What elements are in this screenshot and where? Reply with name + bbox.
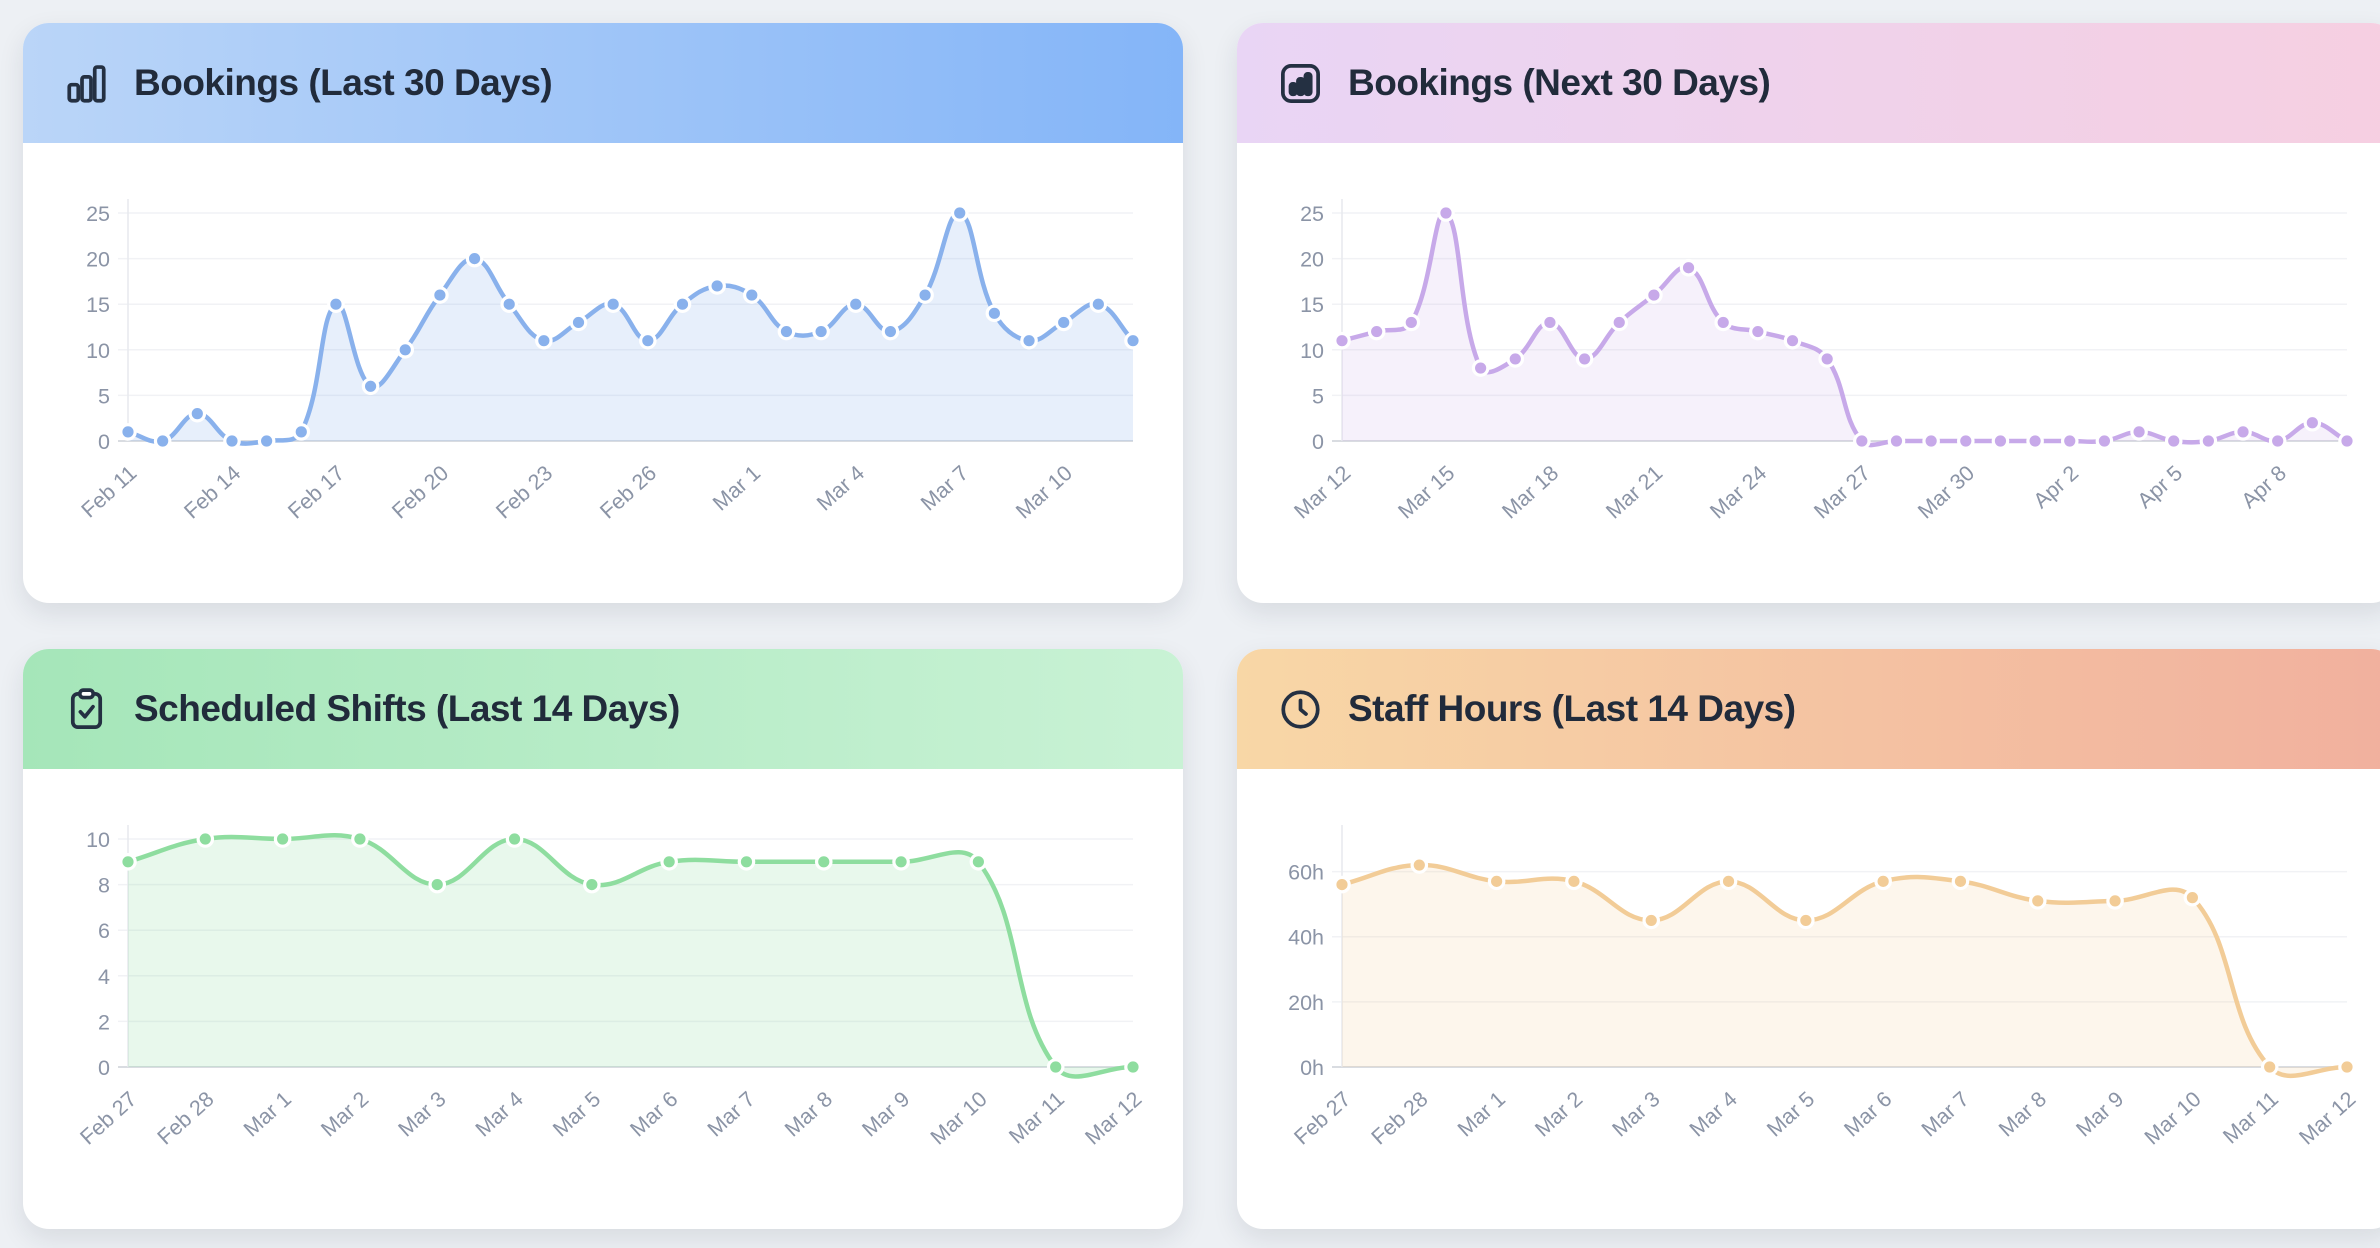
- svg-text:Mar 27: Mar 27: [1809, 461, 1875, 524]
- staff-hours-card: Staff Hours (Last 14 Days) 0h 20h 40h 60h Fe…: [1237, 649, 2380, 1229]
- svg-text:Feb 23: Feb 23: [491, 461, 557, 524]
- bookings-last-30-card: Bookings (Last 30 Days) 0 5 10 15 20 25 Feb 11…: [23, 23, 1183, 603]
- svg-text:Mar 5: Mar 5: [1762, 1087, 1819, 1142]
- svg-text:15: 15: [86, 293, 110, 317]
- svg-text:Mar 10: Mar 10: [2140, 1087, 2206, 1150]
- bookings-next-30-card: Bookings (Next 30 Days) 0 5 10 15 20 25 Mar 12…: [1237, 23, 2380, 603]
- svg-text:Mar 12: Mar 12: [2295, 1087, 2361, 1150]
- svg-text:Mar 30: Mar 30: [1913, 461, 1979, 524]
- svg-text:60h: 60h: [1288, 861, 1324, 885]
- svg-text:Apr 2: Apr 2: [2029, 461, 2083, 513]
- svg-text:Mar 6: Mar 6: [626, 1087, 683, 1142]
- svg-text:Feb 28: Feb 28: [1367, 1087, 1433, 1150]
- svg-text:Mar 8: Mar 8: [1994, 1087, 2051, 1142]
- svg-text:40h: 40h: [1288, 926, 1324, 950]
- svg-text:5: 5: [98, 384, 110, 408]
- svg-text:Mar 11: Mar 11: [1004, 1087, 1069, 1149]
- svg-text:Mar 7: Mar 7: [1917, 1087, 1974, 1142]
- scheduled-shifts-chart[interactable]: 0 2 4 6 8 10 Feb 27Feb 28 Mar 1 Mar 2 Mar 3 Mar 4 M…: [23, 781, 1183, 1248]
- svg-text:Mar 8: Mar 8: [780, 1087, 837, 1142]
- scheduled-shifts-header: Scheduled Shifts (Last 14 Days): [23, 649, 1183, 769]
- line-chart-svg: 0 2 4 6 8 10 Feb 27Feb 28 Mar 1 Mar 2 Mar 3 Mar 4 M…: [23, 781, 1183, 1243]
- svg-text:Mar 1: Mar 1: [239, 1087, 296, 1142]
- svg-text:2: 2: [98, 1010, 110, 1034]
- card-title: Scheduled Shifts (Last 14 Days): [134, 688, 680, 730]
- svg-text:Feb 27: Feb 27: [1290, 1087, 1356, 1150]
- svg-text:Feb 20: Feb 20: [387, 461, 453, 524]
- svg-text:25: 25: [1300, 202, 1324, 226]
- staff-hours-chart[interactable]: 0h 20h 40h 60h Feb 27Feb 28 Mar 1 Mar 2 Mar 3 Ma…: [1237, 781, 2380, 1248]
- svg-text:Mar 7: Mar 7: [703, 1087, 760, 1142]
- svg-text:0h: 0h: [1300, 1056, 1324, 1080]
- svg-text:Feb 28: Feb 28: [153, 1087, 219, 1150]
- card-title: Bookings (Next 30 Days): [1348, 62, 1770, 104]
- svg-text:20: 20: [86, 248, 110, 272]
- svg-text:Feb 26: Feb 26: [595, 461, 661, 524]
- clock-icon: [1277, 686, 1324, 733]
- svg-text:Mar 9: Mar 9: [2072, 1087, 2129, 1142]
- card-title: Bookings (Last 30 Days): [134, 62, 552, 104]
- svg-text:Mar 3: Mar 3: [1608, 1087, 1665, 1142]
- svg-text:Mar 7: Mar 7: [916, 461, 973, 516]
- svg-text:20h: 20h: [1288, 991, 1324, 1015]
- svg-text:Apr 5: Apr 5: [2133, 461, 2187, 513]
- svg-text:Feb 11: Feb 11: [77, 461, 142, 523]
- staff-hours-header: Staff Hours (Last 14 Days): [1237, 649, 2380, 769]
- line-chart-svg: 0 5 10 15 20 25 Feb 11 Feb 14 Feb 17 Feb 20 Feb 23…: [23, 155, 1183, 617]
- svg-text:25: 25: [86, 202, 110, 226]
- line-chart-svg: 0h 20h 40h 60h Feb 27Feb 28 Mar 1 Mar 2 Mar 3 Ma…: [1237, 781, 2380, 1243]
- svg-text:Mar 24: Mar 24: [1705, 461, 1771, 524]
- svg-text:0: 0: [98, 430, 110, 454]
- svg-text:Mar 1: Mar 1: [708, 461, 765, 516]
- svg-text:10: 10: [86, 339, 110, 363]
- bar-chart-square-icon: [1277, 60, 1324, 107]
- bookings-next-30-header: Bookings (Next 30 Days): [1237, 23, 2380, 143]
- svg-text:Mar 18: Mar 18: [1497, 461, 1563, 524]
- svg-text:4: 4: [98, 965, 110, 989]
- dashboard: { "page": { "background_color": "#edf0f4…: [0, 0, 2380, 1218]
- svg-text:Mar 10: Mar 10: [926, 1087, 992, 1150]
- svg-text:Mar 3: Mar 3: [394, 1087, 451, 1142]
- svg-text:15: 15: [1300, 293, 1324, 317]
- svg-text:20: 20: [1300, 248, 1324, 272]
- svg-text:5: 5: [1312, 384, 1324, 408]
- svg-text:Mar 11: Mar 11: [2218, 1087, 2283, 1149]
- line-chart-svg: 0 5 10 15 20 25 Mar 12 Mar 15 Mar 18 Mar 21 Mar 24…: [1237, 155, 2380, 617]
- svg-text:Mar 1: Mar 1: [1453, 1087, 1510, 1142]
- bookings-next-30-chart[interactable]: 0 5 10 15 20 25 Mar 12 Mar 15 Mar 18 Mar 21 Mar 24…: [1237, 155, 2380, 622]
- svg-text:Mar 21: Mar 21: [1601, 461, 1667, 524]
- bar-chart-icon: [63, 60, 110, 107]
- svg-text:Mar 10: Mar 10: [1011, 461, 1077, 524]
- svg-text:0: 0: [1312, 430, 1324, 454]
- clipboard-check-icon: [63, 686, 110, 733]
- svg-text:Mar 4: Mar 4: [471, 1087, 528, 1142]
- svg-text:Mar 9: Mar 9: [858, 1087, 915, 1142]
- svg-text:Mar 5: Mar 5: [548, 1087, 605, 1142]
- svg-text:Mar 4: Mar 4: [1685, 1087, 1742, 1142]
- svg-text:10: 10: [86, 828, 110, 852]
- svg-text:0: 0: [98, 1056, 110, 1080]
- svg-text:Mar 12: Mar 12: [1290, 461, 1356, 524]
- svg-text:Mar 6: Mar 6: [1840, 1087, 1897, 1142]
- card-title: Staff Hours (Last 14 Days): [1348, 688, 1796, 730]
- bookings-last-30-header: Bookings (Last 30 Days): [23, 23, 1183, 143]
- svg-text:Mar 4: Mar 4: [812, 461, 869, 516]
- svg-text:Feb 14: Feb 14: [180, 461, 246, 524]
- scheduled-shifts-card: Scheduled Shifts (Last 14 Days) 0 2 4 6 8 10 F…: [23, 649, 1183, 1229]
- svg-text:Mar 12: Mar 12: [1081, 1087, 1147, 1150]
- svg-text:10: 10: [1300, 339, 1324, 363]
- svg-text:Mar 15: Mar 15: [1394, 461, 1460, 524]
- svg-text:6: 6: [98, 919, 110, 943]
- svg-text:Apr 8: Apr 8: [2237, 461, 2291, 513]
- svg-text:Mar 2: Mar 2: [1530, 1087, 1587, 1142]
- svg-text:Feb 27: Feb 27: [76, 1087, 142, 1150]
- bookings-last-30-chart[interactable]: 0 5 10 15 20 25 Feb 11 Feb 14 Feb 17 Feb 20 Feb 23…: [23, 155, 1183, 622]
- svg-text:8: 8: [98, 874, 110, 898]
- svg-text:Mar 2: Mar 2: [316, 1087, 373, 1142]
- svg-text:Feb 17: Feb 17: [283, 461, 349, 524]
